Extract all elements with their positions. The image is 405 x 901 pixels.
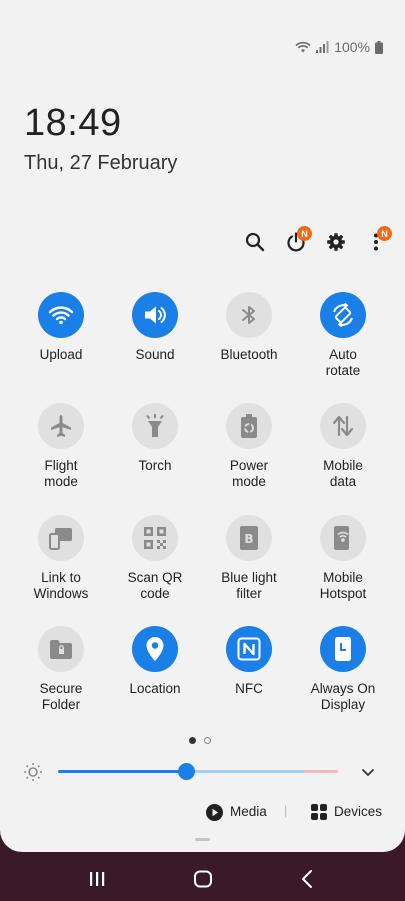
devices-button[interactable]: Devices	[334, 804, 382, 819]
tile-flight-mode[interactable]: Flight mode	[14, 403, 108, 490]
speaker-icon[interactable]	[132, 292, 178, 338]
always-on-display-icon[interactable]	[320, 626, 366, 672]
page-dot[interactable]	[204, 737, 211, 744]
tile-label: Mobile Hotspot	[319, 570, 367, 601]
quick-panel: 100% 18:49 Thu, 27 February N N Upload S…	[0, 0, 405, 852]
status-bar: 100%	[295, 38, 383, 56]
clock-date: Thu, 27 February	[24, 152, 178, 174]
tile-label: Flight mode	[44, 458, 78, 489]
search-icon[interactable]	[241, 228, 269, 256]
secure-folder-icon[interactable]	[38, 626, 84, 672]
home-icon[interactable]	[193, 869, 213, 889]
bottom-actions: Media | Devices	[0, 803, 405, 823]
tile-location[interactable]: Location	[108, 626, 202, 697]
page-indicator[interactable]	[189, 737, 211, 744]
navigation-bar	[0, 860, 405, 901]
tile-label: NFC	[235, 681, 263, 696]
devices-icon[interactable]	[311, 804, 327, 820]
tile-label: Auto rotate	[325, 347, 361, 378]
tile-label: Bluetooth	[220, 347, 278, 362]
recent-apps-icon[interactable]	[88, 870, 106, 888]
media-button[interactable]: Media	[230, 804, 267, 819]
page-dot[interactable]	[189, 737, 196, 744]
tile-label: Location	[129, 681, 181, 696]
signal-icon	[316, 41, 329, 53]
torch-icon[interactable]	[132, 403, 178, 449]
tile-label: Sound	[135, 347, 175, 362]
tile-link-to-windows[interactable]: Link to Windows	[14, 515, 108, 602]
chevron-down-icon[interactable]	[361, 765, 377, 779]
brightness-thumb[interactable]	[178, 763, 196, 780]
tile-label: Power mode	[229, 458, 269, 489]
tile-blue-light-filter[interactable]: B Blue light filter	[202, 515, 296, 602]
tile-torch[interactable]: Torch	[108, 403, 202, 474]
brightness-slider[interactable]	[58, 770, 338, 773]
qr-code-icon[interactable]	[132, 515, 178, 561]
power-mode-icon[interactable]	[226, 403, 272, 449]
auto-rotate-icon[interactable]	[320, 292, 366, 338]
svg-text:B: B	[244, 532, 253, 546]
power-badge: N	[297, 226, 312, 241]
clock-time[interactable]: 18:49	[24, 102, 122, 145]
brightness-row	[0, 760, 405, 784]
tile-label: Link to Windows	[33, 570, 89, 601]
tile-label: Torch	[138, 458, 172, 473]
tile-upload[interactable]: Upload	[14, 292, 108, 363]
tile-power-mode[interactable]: Power mode	[202, 403, 296, 490]
battery-text: 100%	[334, 39, 370, 55]
header-actions: N N	[0, 226, 405, 256]
more-badge: N	[377, 226, 392, 241]
tile-bluetooth[interactable]: Bluetooth	[202, 292, 296, 363]
tile-label: Upload	[39, 347, 83, 362]
wifi-icon	[295, 41, 311, 53]
separator: |	[284, 803, 288, 818]
tile-scan-qr[interactable]: Scan QR code	[108, 515, 202, 602]
wifi-icon[interactable]	[38, 292, 84, 338]
tile-label: Blue light filter	[221, 570, 277, 601]
tile-label: Scan QR code	[127, 570, 183, 601]
brightness-icon	[23, 762, 43, 782]
link-windows-icon[interactable]	[38, 515, 84, 561]
tile-always-on-display[interactable]: Always On Display	[296, 626, 390, 713]
nfc-icon[interactable]	[226, 626, 272, 672]
bluetooth-icon[interactable]	[226, 292, 272, 338]
mobile-data-icon[interactable]	[320, 403, 366, 449]
gear-icon[interactable]	[322, 228, 350, 256]
battery-icon	[375, 40, 383, 54]
tile-mobile-hotspot[interactable]: Mobile Hotspot	[296, 515, 390, 602]
play-icon[interactable]	[206, 804, 223, 821]
panel-handle[interactable]	[195, 838, 210, 841]
tile-auto-rotate[interactable]: Auto rotate	[296, 292, 390, 379]
tile-label: Always On Display	[310, 681, 376, 712]
location-icon[interactable]	[132, 626, 178, 672]
tile-label: Mobile data	[323, 458, 363, 489]
blue-light-icon[interactable]: B	[226, 515, 272, 561]
tile-mobile-data[interactable]: Mobile data	[296, 403, 390, 490]
tile-label: Secure Folder	[39, 681, 83, 712]
tile-nfc[interactable]: NFC	[202, 626, 296, 697]
airplane-icon[interactable]	[38, 403, 84, 449]
back-icon[interactable]	[299, 869, 315, 889]
hotspot-icon[interactable]	[320, 515, 366, 561]
tile-secure-folder[interactable]: Secure Folder	[14, 626, 108, 713]
tile-sound[interactable]: Sound	[108, 292, 202, 363]
